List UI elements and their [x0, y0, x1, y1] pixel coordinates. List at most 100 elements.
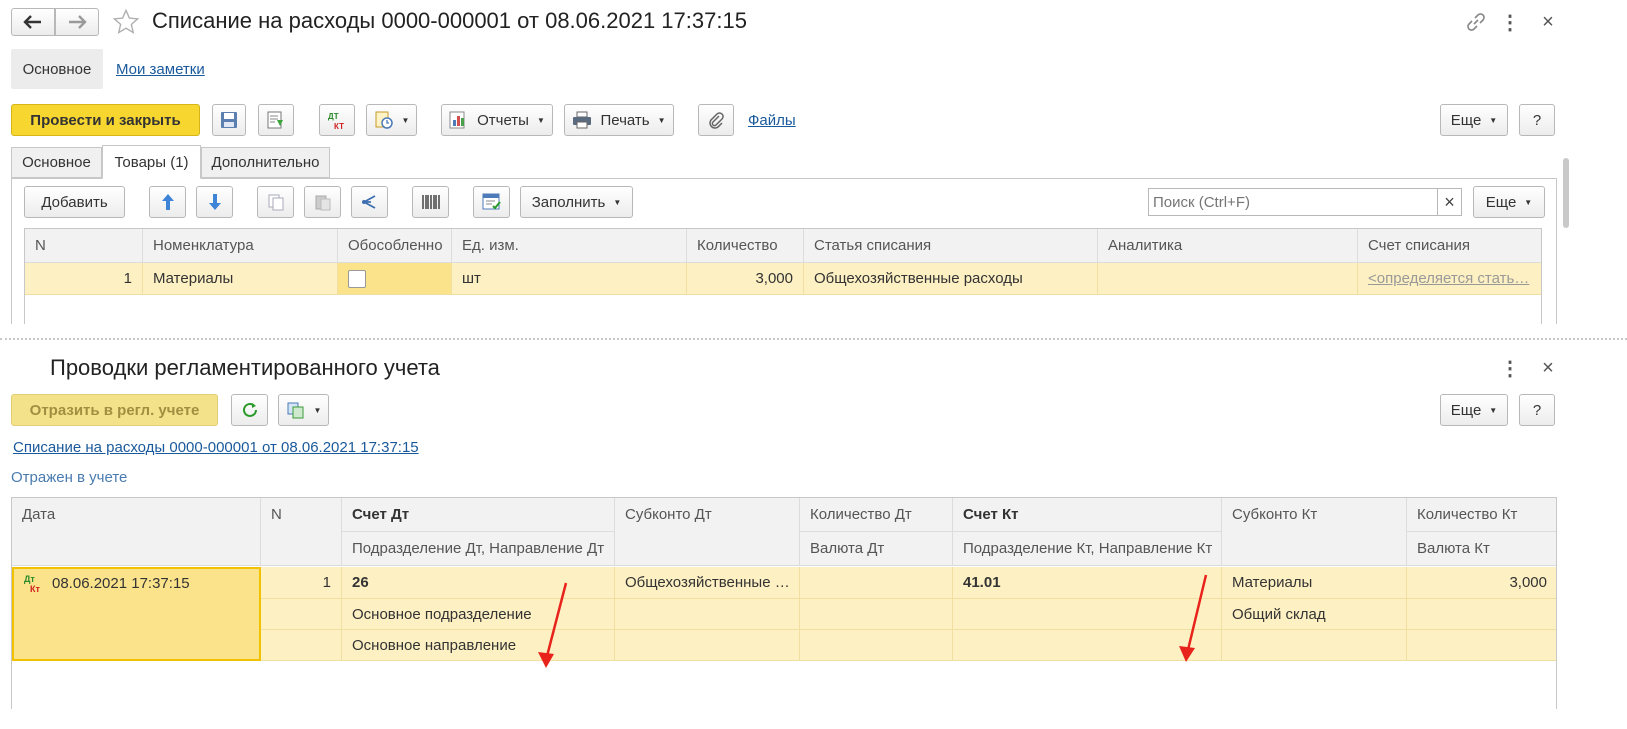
reports-button[interactable]: Отчеты ▼: [441, 104, 553, 136]
cell-currency-kt[interactable]: [1407, 599, 1556, 630]
copy-icon: [268, 194, 283, 211]
post-button[interactable]: [258, 104, 294, 136]
cell-n-2[interactable]: [261, 599, 342, 630]
move-up-button[interactable]: [149, 186, 186, 218]
postings-more-button[interactable]: Еще ▼: [1440, 394, 1508, 426]
favorite-star-icon[interactable]: [110, 6, 142, 38]
top-scrollbar[interactable]: [1563, 158, 1569, 228]
cell-item[interactable]: Материалы: [143, 263, 338, 295]
forward-button[interactable]: [55, 8, 99, 36]
copy-postings-button[interactable]: ▼: [278, 394, 329, 426]
col-header-article[interactable]: Статья списания: [804, 229, 1098, 263]
col-header-item[interactable]: Номенклатура: [143, 229, 338, 263]
checklist-icon: [482, 193, 501, 210]
refresh-button[interactable]: [231, 394, 268, 426]
col-header-acc-kt-sub[interactable]: Подразделение Кт, Направление Кт: [953, 532, 1222, 566]
back-button[interactable]: [11, 8, 55, 36]
copy-row-button[interactable]: [257, 186, 294, 218]
cell-dept-kt[interactable]: [953, 599, 1222, 630]
col-header-qty-dt[interactable]: Количество Дт: [800, 498, 953, 532]
postings-close-icon[interactable]: ×: [1536, 356, 1560, 380]
cell-date[interactable]: Дт Кт 08.06.2021 17:37:15: [12, 567, 261, 661]
separate-checkbox[interactable]: [348, 269, 366, 288]
col-header-separate[interactable]: Обособленно: [338, 229, 452, 263]
col-header-subconto-dt[interactable]: Субконто Дт: [615, 498, 800, 566]
cell-dir-kt[interactable]: [953, 630, 1222, 661]
add-row-button[interactable]: Добавить: [24, 186, 125, 218]
link-icon[interactable]: [1464, 10, 1488, 34]
goods-more-button[interactable]: Еще ▼: [1473, 186, 1545, 218]
cell-analytics[interactable]: [1098, 263, 1358, 295]
more-button[interactable]: Еще ▼: [1440, 104, 1508, 136]
col-header-acc-dt[interactable]: Счет Дт: [342, 498, 615, 532]
reflect-button[interactable]: Отразить в регл. учете: [11, 394, 218, 426]
create-based-on-button[interactable]: ▼: [366, 104, 417, 136]
cell-subconto-kt-3[interactable]: [1222, 630, 1407, 661]
cell-subconto-dt-3[interactable]: [615, 630, 800, 661]
col-header-account[interactable]: Счет списания: [1358, 229, 1541, 263]
fill-button[interactable]: Заполнить ▼: [520, 186, 633, 218]
col-header-unit[interactable]: Ед. изм.: [452, 229, 687, 263]
help-button[interactable]: ?: [1519, 104, 1555, 136]
pane-divider[interactable]: [0, 338, 1627, 340]
col-header-analytics[interactable]: Аналитика: [1098, 229, 1358, 263]
paste-row-button[interactable]: [304, 186, 341, 218]
cell-dir-dt[interactable]: Основное направление: [342, 630, 615, 661]
col-header-qty-kt[interactable]: Количество Кт: [1407, 498, 1556, 532]
col-header-n[interactable]: N: [25, 229, 143, 263]
doc-tab-goods[interactable]: Товары (1): [102, 145, 201, 179]
col-header-acc-kt[interactable]: Счет Кт: [953, 498, 1222, 532]
cell-qty-kt-3[interactable]: [1407, 630, 1556, 661]
col-header-subconto-kt[interactable]: Субконто Кт: [1222, 498, 1407, 566]
col-header-acc-dt-sub[interactable]: Подразделение Дт, Направление Дт: [342, 532, 615, 566]
doc-tab-additional[interactable]: Дополнительно: [201, 147, 330, 178]
close-icon[interactable]: ×: [1536, 10, 1560, 34]
cell-account[interactable]: <определяется стать…: [1358, 263, 1541, 295]
split-row-button[interactable]: [351, 186, 388, 218]
col-header-qty-kt-sub[interactable]: Валюта Кт: [1407, 532, 1556, 566]
cell-subconto-dt[interactable]: Общехозяйственные …: [615, 567, 800, 599]
cell-currency-dt[interactable]: [800, 599, 953, 630]
barcode-button[interactable]: [412, 186, 449, 218]
col-header-date[interactable]: Дата: [12, 498, 261, 566]
post-and-close-button[interactable]: Провести и закрыть: [11, 104, 200, 136]
search-input[interactable]: [1148, 188, 1438, 216]
save-button[interactable]: [212, 104, 246, 136]
select-items-button[interactable]: [473, 186, 510, 218]
cell-n-3[interactable]: [261, 630, 342, 661]
col-header-n[interactable]: N: [261, 498, 342, 566]
cell-subconto-kt-1[interactable]: Материалы: [1222, 567, 1407, 599]
postings-help-button[interactable]: ?: [1519, 394, 1555, 426]
chevron-down-icon: ▼: [536, 115, 545, 125]
more-vert-icon[interactable]: ⋮: [1500, 10, 1520, 34]
cell-qty-dt-3[interactable]: [800, 630, 953, 661]
cell-separate[interactable]: [338, 263, 452, 295]
search-clear-button[interactable]: ×: [1437, 188, 1462, 216]
dt-kt-button[interactable]: ДТ КТ: [319, 104, 355, 136]
cell-unit[interactable]: шт: [452, 263, 687, 295]
attach-file-button[interactable]: [698, 104, 734, 136]
cell-acc-dt[interactable]: 26: [342, 567, 615, 599]
cell-subconto-dt-2[interactable]: [615, 599, 800, 630]
document-link[interactable]: Списание на расходы 0000-000001 от 08.06…: [13, 439, 419, 456]
cell-qty[interactable]: 3,000: [687, 263, 804, 295]
move-down-button[interactable]: [196, 186, 233, 218]
cell-acc-kt[interactable]: 41.01: [953, 567, 1222, 599]
report-chart-icon: [449, 111, 465, 129]
cell-n[interactable]: 1: [261, 567, 342, 599]
doc-tab-main[interactable]: Основное: [11, 147, 102, 178]
nav-tab-main[interactable]: Основное: [11, 49, 103, 89]
cell-n[interactable]: 1: [25, 263, 143, 295]
print-button[interactable]: Печать ▼: [564, 104, 674, 136]
postings-help-label: ?: [1532, 401, 1542, 419]
col-header-qty[interactable]: Количество: [687, 229, 804, 263]
cell-subconto-kt-2[interactable]: Общий склад: [1222, 599, 1407, 630]
nav-tab-notes[interactable]: Мои заметки: [116, 61, 205, 78]
cell-qty-kt[interactable]: 3,000: [1407, 567, 1556, 599]
cell-qty-dt[interactable]: [800, 567, 953, 599]
files-link[interactable]: Файлы: [748, 112, 796, 129]
postings-more-vert-icon[interactable]: ⋮: [1500, 356, 1520, 380]
col-header-qty-dt-sub[interactable]: Валюта Дт: [800, 532, 953, 566]
cell-article[interactable]: Общехозяйственные расходы: [804, 263, 1098, 295]
cell-dept-dt[interactable]: Основное подразделение: [342, 599, 615, 630]
